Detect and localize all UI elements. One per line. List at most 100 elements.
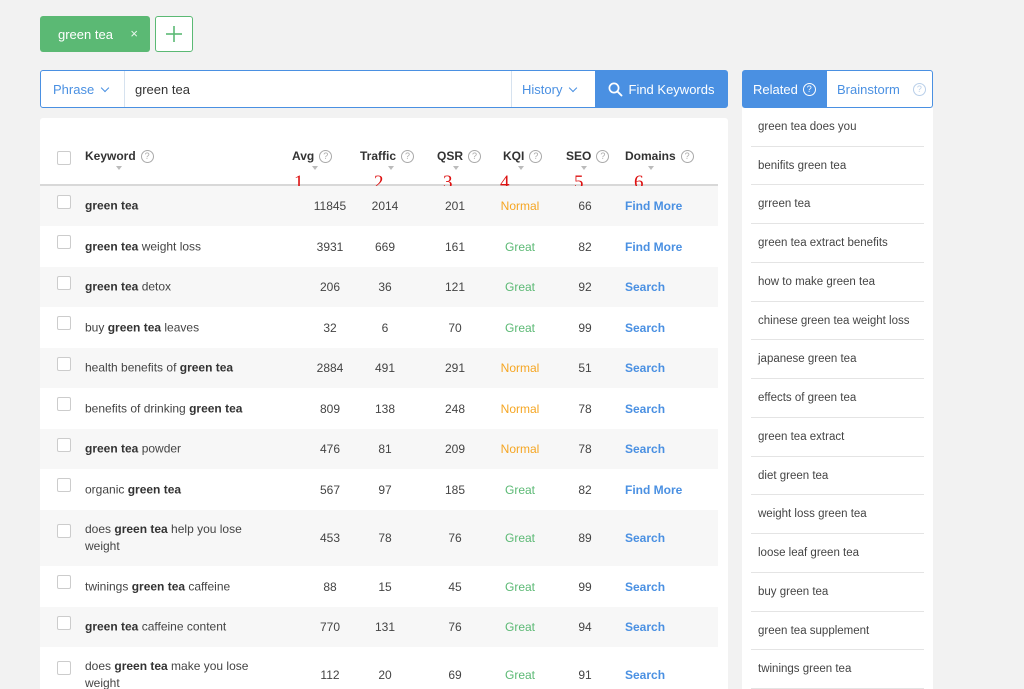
table-row[interactable]: green tea weight loss 3931 669 161 Great 82 Fi…	[40, 226, 718, 267]
column-header-traffic[interactable]: Traffic ?	[360, 149, 415, 163]
keyword-match: green tea	[114, 522, 168, 536]
row-checkbox[interactable]	[57, 438, 71, 452]
history-label: History	[522, 81, 563, 97]
related-keyword-item[interactable]: how to make green tea	[751, 263, 924, 302]
related-keyword-item[interactable]: twinings green tea	[751, 651, 924, 689]
domains-link[interactable]: Search	[625, 361, 665, 375]
domains-link[interactable]: Search	[625, 580, 665, 594]
sort-icon[interactable]	[581, 166, 587, 170]
help-icon[interactable]: ?	[529, 149, 543, 163]
search-mode-dropdown[interactable]: Phrase	[41, 71, 125, 107]
related-keyword-item[interactable]: grreen tea	[751, 186, 924, 225]
keyword-search-input[interactable]	[125, 71, 511, 107]
related-keyword-item[interactable]: buy green tea	[751, 573, 924, 612]
sort-icon[interactable]	[453, 166, 459, 170]
kqi-cell: Great	[504, 482, 535, 497]
table-row[interactable]: green tea powder 476 81 209 Normal 78 Search	[40, 429, 718, 469]
tag-close-icon[interactable]: ×	[130, 26, 138, 41]
tab-related[interactable]: Related ?	[743, 71, 827, 107]
row-checkbox[interactable]	[57, 575, 71, 589]
column-header-label: Traffic	[360, 149, 397, 163]
tab-brainstorm[interactable]: Brainstorm ?	[827, 71, 932, 107]
help-icon[interactable]: ?	[468, 149, 482, 163]
help-icon[interactable]: ?	[596, 149, 610, 163]
table-row[interactable]: does green tea help you lose weight 453 78…	[40, 510, 718, 566]
find-keywords-button[interactable]: Find Keywords	[595, 71, 727, 107]
sort-icon[interactable]	[648, 166, 654, 170]
row-checkbox[interactable]	[57, 195, 71, 209]
related-keyword-item[interactable]: chinese green tea weight loss	[751, 302, 924, 341]
row-checkbox[interactable]	[57, 316, 71, 330]
related-keyword-item[interactable]: green tea does you	[751, 108, 924, 147]
table-row[interactable]: twinings green tea caffeine 88 15 45 Great 99…	[40, 566, 718, 607]
avg-cell: 3931	[316, 239, 344, 254]
domains-link[interactable]: Search	[625, 280, 665, 294]
row-checkbox[interactable]	[57, 478, 71, 492]
keyword-tag-chip[interactable]: green tea ×	[40, 16, 150, 52]
qsr-cell: 291	[444, 361, 466, 375]
keyword-match: green tea	[85, 619, 139, 634]
related-keyword-item[interactable]: green tea supplement	[751, 612, 924, 651]
related-keyword-item[interactable]: diet green tea	[751, 457, 924, 496]
related-keyword-item[interactable]: green tea extract benefits	[751, 224, 924, 263]
related-keyword-item[interactable]: weight loss green tea	[751, 496, 924, 535]
seo-cell: 89	[578, 531, 592, 545]
select-all-checkbox[interactable]	[57, 151, 71, 165]
column-header-qsr[interactable]: QSR ?	[437, 149, 482, 163]
table-row[interactable]: benefits of drinking green tea 809 138 248 N…	[40, 388, 718, 429]
keyword-suffix: caffeine	[185, 579, 231, 593]
related-keyword-item[interactable]: benifits green tea	[751, 147, 924, 186]
row-checkbox[interactable]	[57, 616, 71, 630]
domains-link[interactable]: Find More	[625, 199, 682, 213]
row-checkbox[interactable]	[57, 661, 71, 675]
seo-cell: 82	[578, 482, 592, 497]
help-icon[interactable]: ?	[401, 149, 415, 163]
help-icon[interactable]: ?	[140, 149, 154, 163]
related-keyword-item[interactable]: green tea extract	[751, 418, 924, 457]
sort-icon[interactable]	[312, 166, 318, 170]
domains-link[interactable]: Search	[625, 620, 665, 634]
domains-link[interactable]: Find More	[625, 483, 682, 497]
column-header-keyword[interactable]: Keyword ?	[85, 149, 154, 163]
help-icon[interactable]: ?	[680, 149, 694, 163]
keyword-results-table: Keyword ? Avg ? Traffic ? QSR ? KQI ? SE…	[40, 118, 728, 689]
sort-icon[interactable]	[518, 166, 524, 170]
column-header-domains[interactable]: Domains ?	[625, 149, 694, 163]
domains-link[interactable]: Search	[625, 668, 665, 682]
column-header-seo[interactable]: SEO ?	[566, 149, 610, 163]
row-checkbox[interactable]	[57, 235, 71, 249]
table-row[interactable]: green tea caffeine content 770 131 76 Great 9…	[40, 607, 718, 647]
domains-link[interactable]: Find More	[625, 240, 682, 254]
related-keyword-item[interactable]: effects of green tea	[751, 379, 924, 418]
domains-link[interactable]: Search	[625, 442, 665, 456]
help-icon[interactable]: ?	[912, 82, 926, 96]
related-keyword-item[interactable]: japanese green tea	[751, 341, 924, 380]
sort-icon[interactable]	[116, 166, 122, 170]
help-icon[interactable]: ?	[319, 149, 333, 163]
keyword-match: green tea	[85, 279, 139, 294]
domains-link[interactable]: Search	[625, 402, 665, 416]
table-row[interactable]: organic green tea 567 97 185 Great 82 Find Mor…	[40, 469, 718, 510]
row-checkbox[interactable]	[57, 276, 71, 290]
table-row[interactable]: does green tea make you lose weight 112 20…	[40, 647, 718, 689]
help-icon[interactable]: ?	[802, 82, 816, 96]
domains-link[interactable]: Search	[625, 531, 665, 545]
keyword-prefix: benefits of drinking	[85, 401, 190, 415]
domains-link[interactable]: Search	[625, 321, 665, 335]
traffic-cell: 131	[374, 620, 396, 634]
row-checkbox[interactable]	[57, 524, 71, 538]
related-keyword-item[interactable]: loose leaf green tea	[751, 534, 924, 573]
history-dropdown[interactable]: History	[511, 71, 595, 107]
table-header: Keyword ? Avg ? Traffic ? QSR ? KQI ? SE…	[40, 118, 718, 193]
sort-icon[interactable]	[388, 166, 394, 170]
column-header-kqi[interactable]: KQI ?	[503, 149, 543, 163]
column-header-avg[interactable]: Avg ?	[292, 149, 333, 163]
table-row[interactable]: green tea detox 206 36 121 Great 92 Search	[40, 267, 718, 307]
row-checkbox[interactable]	[57, 357, 71, 371]
row-checkbox[interactable]	[57, 397, 71, 411]
table-row[interactable]: green tea 11845 2014 201 Normal 66 Find More	[40, 186, 718, 226]
table-row[interactable]: health benefits of green tea 2884 491 291 No…	[40, 348, 718, 388]
related-tabs: Related ? Brainstorm ?	[742, 70, 933, 108]
add-tag-button[interactable]	[155, 16, 193, 52]
table-row[interactable]: buy green tea leaves 32 6 70 Great 99 Search	[40, 307, 718, 348]
